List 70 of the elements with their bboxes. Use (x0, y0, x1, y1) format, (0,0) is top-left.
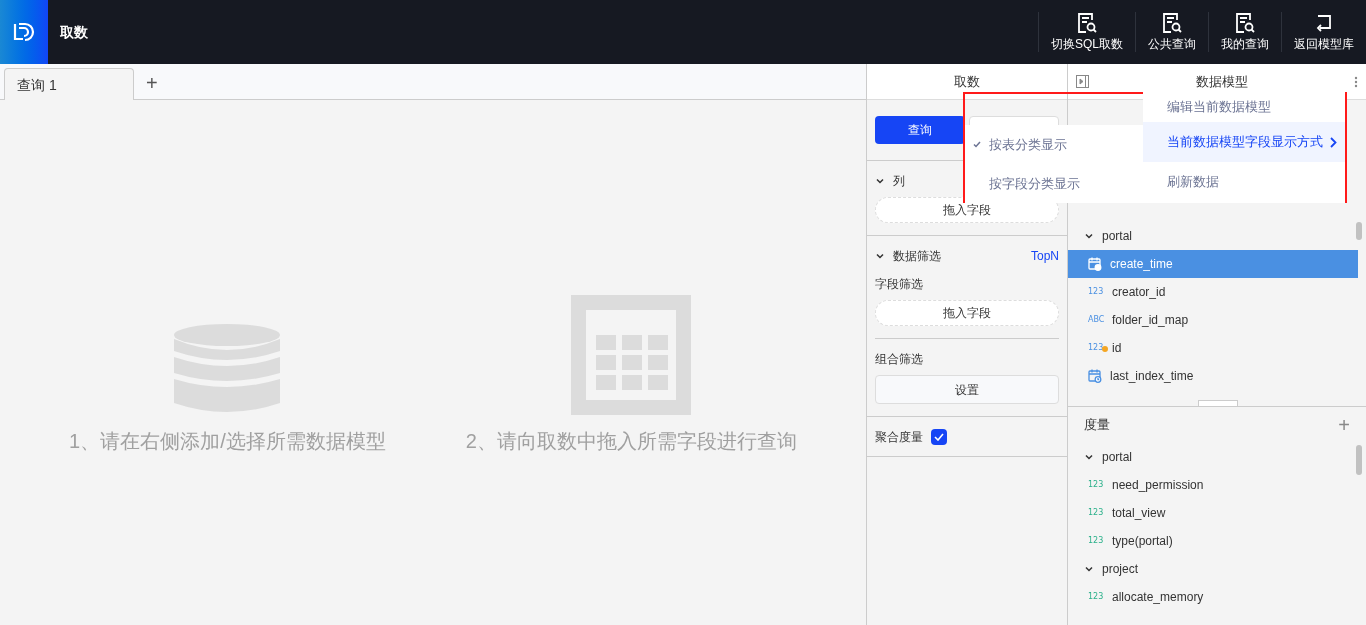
panel-toggle-icon[interactable] (1076, 75, 1089, 88)
add-tab-button[interactable]: + (134, 67, 170, 99)
menu-item[interactable]: 编辑当前数据模型 (1143, 92, 1345, 122)
group-name: portal (1102, 228, 1133, 244)
query-tab[interactable]: 查询 1 (4, 68, 134, 100)
field-name: creator_id (1112, 284, 1166, 300)
field-row[interactable]: 123 id (1068, 334, 1358, 362)
section-title: 度量 (1084, 416, 1110, 434)
number-type-label: 123 (1088, 344, 1104, 352)
field-name: folder_id_map (1112, 312, 1189, 328)
panel-title: 取数 (954, 72, 980, 91)
document-search-icon (1162, 12, 1182, 34)
check-icon (934, 432, 944, 441)
hint-text: 2、请向取数中拖入所需字段进行查询 (465, 429, 797, 454)
chevron-down-icon[interactable] (875, 176, 885, 186)
toolbar-button[interactable]: 我的查询 (1208, 12, 1281, 52)
scrollbar-thumb (1356, 445, 1362, 475)
field-row[interactable]: last_index_time (1068, 362, 1358, 390)
number-type-label: 123 (1088, 537, 1104, 545)
scrollbar-thumb (1356, 222, 1362, 240)
toolbar-button[interactable]: 公共查询 (1135, 12, 1208, 52)
field-name: id (1112, 340, 1122, 356)
field-name[interactable]: type(portal) (1112, 533, 1173, 549)
field-filter-label: 字段筛选 (875, 276, 924, 292)
topn-link[interactable]: TopN (1031, 248, 1059, 264)
menu-item[interactable]: 当前数据模型字段显示方式 (1143, 122, 1345, 162)
group-name: portal (1102, 449, 1133, 465)
page-title: 取数 (60, 23, 88, 42)
chevron-down-icon[interactable] (1084, 231, 1094, 241)
setup-button[interactable]: 设置 (875, 375, 1059, 404)
section-title: 数据筛选 (893, 248, 941, 264)
logo-icon (13, 22, 35, 42)
checkbox-label: 聚合度量 (875, 428, 923, 445)
number-type-label: 123 (1088, 509, 1104, 517)
text-type-label: ABC (1088, 316, 1104, 324)
field-name[interactable]: total_view (1112, 505, 1166, 521)
field-name[interactable]: allocate_memory (1112, 589, 1204, 605)
query-button[interactable]: 查询 (875, 116, 965, 144)
chevron-down-icon[interactable] (1084, 564, 1094, 574)
document-search-icon (1077, 12, 1097, 34)
resize-handle[interactable] (1198, 400, 1238, 406)
chevron-down-icon[interactable] (1084, 452, 1094, 462)
document-search-icon (1235, 12, 1255, 34)
more-icon[interactable] (1354, 75, 1358, 88)
hint-text: 1、请在右侧添加/选择所需数据模型 (69, 429, 386, 454)
return-icon (1314, 12, 1334, 32)
submenu-item[interactable]: 按表分类显示 (965, 125, 1143, 164)
number-type-label: 123 (1088, 593, 1104, 601)
calendar-clock-icon (1088, 257, 1102, 271)
database-icon (174, 323, 281, 415)
field-row[interactable]: ABC folder_id_map (1068, 306, 1358, 334)
field-name: last_index_time (1110, 368, 1194, 384)
aggregate-checkbox[interactable] (931, 428, 947, 445)
number-type-label: 123 (1088, 481, 1104, 489)
number-type-label: 123 (1088, 288, 1104, 296)
field-row[interactable]: 123 creator_id (1068, 278, 1358, 306)
panel-title: 数据模型 (1194, 72, 1249, 91)
calendar-clock-icon (1088, 369, 1102, 383)
section-title: 列 (893, 173, 905, 189)
table-icon (571, 295, 692, 415)
drop-zone[interactable]: 拖入字段 (875, 300, 1059, 326)
combo-filter-label: 组合筛选 (875, 351, 924, 367)
toolbar-button[interactable]: 切换SQL取数 (1038, 12, 1135, 52)
field-name: create_time (1110, 256, 1173, 272)
chevron-down-icon[interactable] (875, 251, 885, 261)
group-name: project (1102, 561, 1139, 577)
field-name[interactable]: need_permission (1112, 477, 1204, 493)
toolbar-button[interactable]: 返回模型库 (1281, 12, 1366, 52)
menu-item[interactable]: 刷新数据 (1143, 162, 1345, 202)
check-icon (973, 141, 981, 148)
